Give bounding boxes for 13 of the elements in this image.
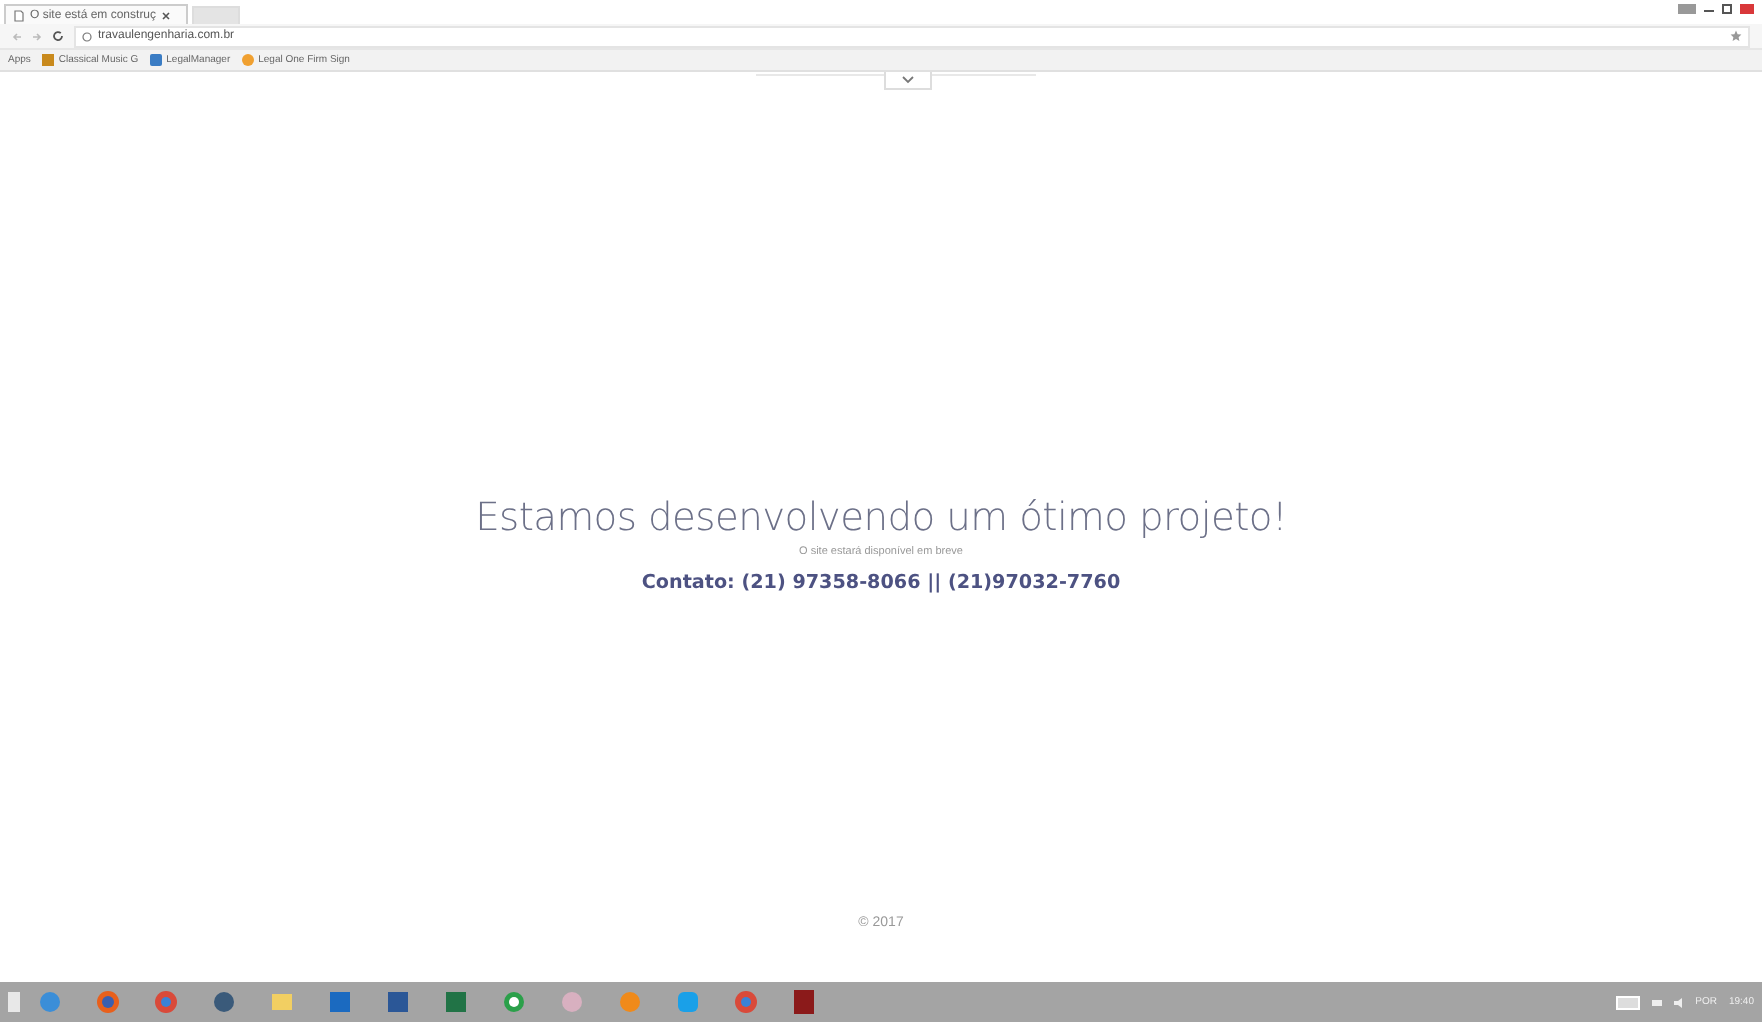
- page-heading: Estamos desenvolvendo um ótimo projeto!: [475, 494, 1287, 540]
- expand-handle[interactable]: [884, 72, 932, 90]
- forward-icon[interactable]: [32, 31, 42, 41]
- square-icon: [150, 54, 163, 66]
- back-icon[interactable]: [12, 31, 22, 41]
- contact-text: Contato: (21) 97358-8066 || (21)97032-7760: [641, 572, 1121, 594]
- restore-icon[interactable]: [1722, 4, 1732, 14]
- minimize-icon[interactable]: [1704, 4, 1714, 14]
- circle-icon: [242, 54, 255, 66]
- star-icon[interactable]: [1730, 30, 1742, 42]
- volume-icon[interactable]: [1673, 997, 1684, 1007]
- reload-icon[interactable]: [52, 30, 64, 42]
- chevron-down-icon[interactable]: [902, 76, 914, 84]
